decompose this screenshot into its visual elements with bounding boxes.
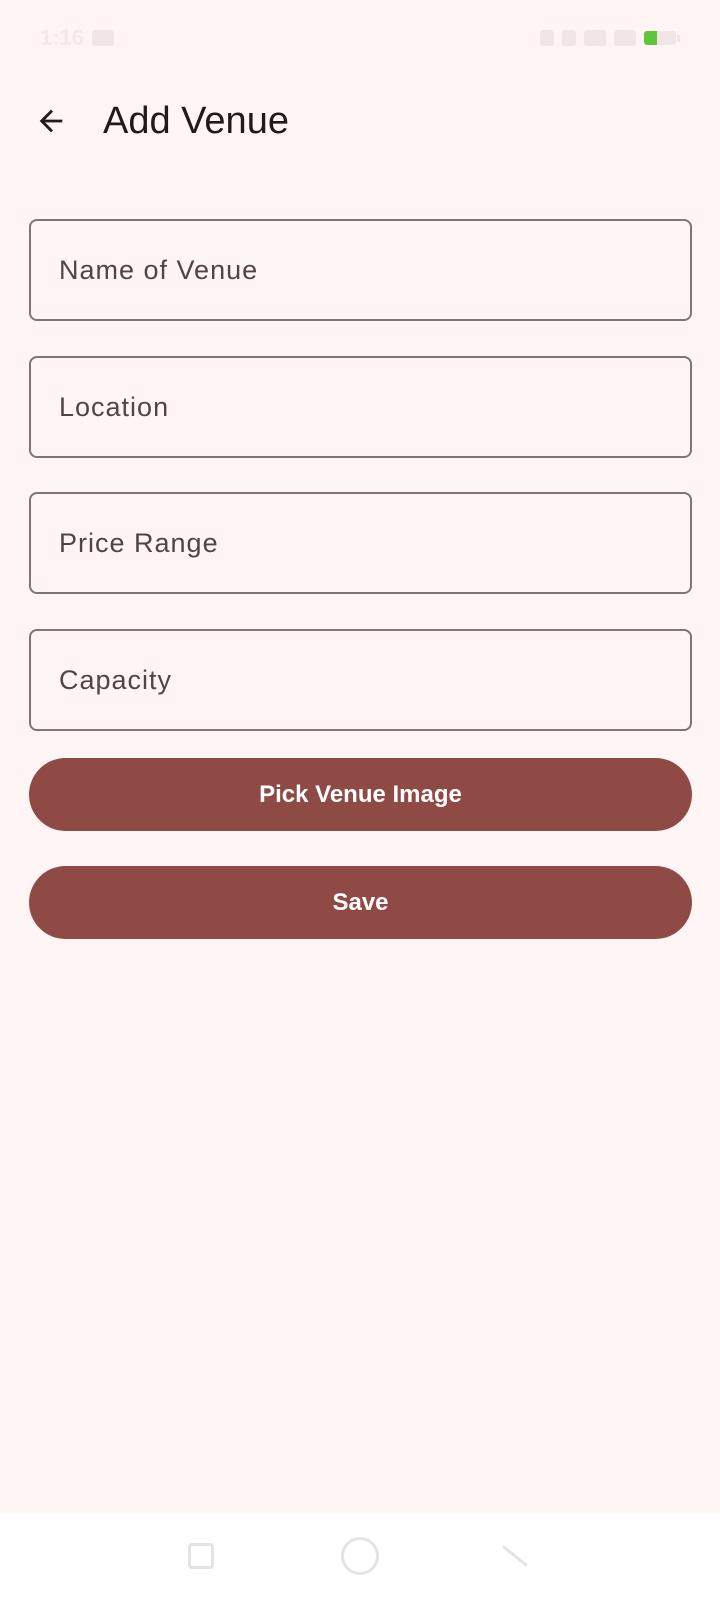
add-venue-screen: 1:16 Add Venue Name of Venue Location Pr… bbox=[0, 0, 720, 1600]
status-time: 1:16 bbox=[40, 25, 85, 50]
status-right bbox=[540, 30, 680, 46]
battery-tip bbox=[677, 34, 680, 42]
battery-body bbox=[644, 31, 676, 45]
location-input[interactable] bbox=[31, 358, 690, 456]
venue-name-input[interactable] bbox=[31, 221, 690, 319]
status-bar: 1:16 bbox=[0, 0, 720, 76]
nav-back-icon[interactable] bbox=[500, 1541, 530, 1571]
venue-name-field[interactable] bbox=[29, 219, 692, 321]
arrow-left-icon bbox=[39, 109, 63, 133]
top-app-bar: Add Venue bbox=[0, 80, 720, 162]
home-icon[interactable] bbox=[341, 1537, 379, 1575]
recent-apps-icon[interactable] bbox=[188, 1543, 214, 1569]
signal-icon bbox=[584, 30, 606, 46]
price-range-field[interactable] bbox=[29, 492, 692, 594]
capacity-input[interactable] bbox=[31, 631, 690, 729]
system-nav-bar bbox=[0, 1513, 720, 1600]
notification-icon bbox=[92, 30, 115, 46]
save-button[interactable]: Save bbox=[29, 866, 692, 939]
location-field[interactable] bbox=[29, 356, 692, 458]
price-range-input[interactable] bbox=[31, 494, 690, 592]
signal-2-icon bbox=[614, 30, 636, 46]
battery-icon bbox=[644, 31, 680, 45]
wifi-icon bbox=[562, 30, 576, 46]
back-button[interactable] bbox=[26, 96, 76, 146]
battery-fill bbox=[644, 31, 657, 45]
status-left: 1:16 bbox=[40, 25, 115, 51]
mute-icon bbox=[540, 30, 554, 46]
capacity-field[interactable] bbox=[29, 629, 692, 731]
page-title: Add Venue bbox=[103, 100, 289, 142]
pick-venue-image-button[interactable]: Pick Venue Image bbox=[29, 758, 692, 831]
